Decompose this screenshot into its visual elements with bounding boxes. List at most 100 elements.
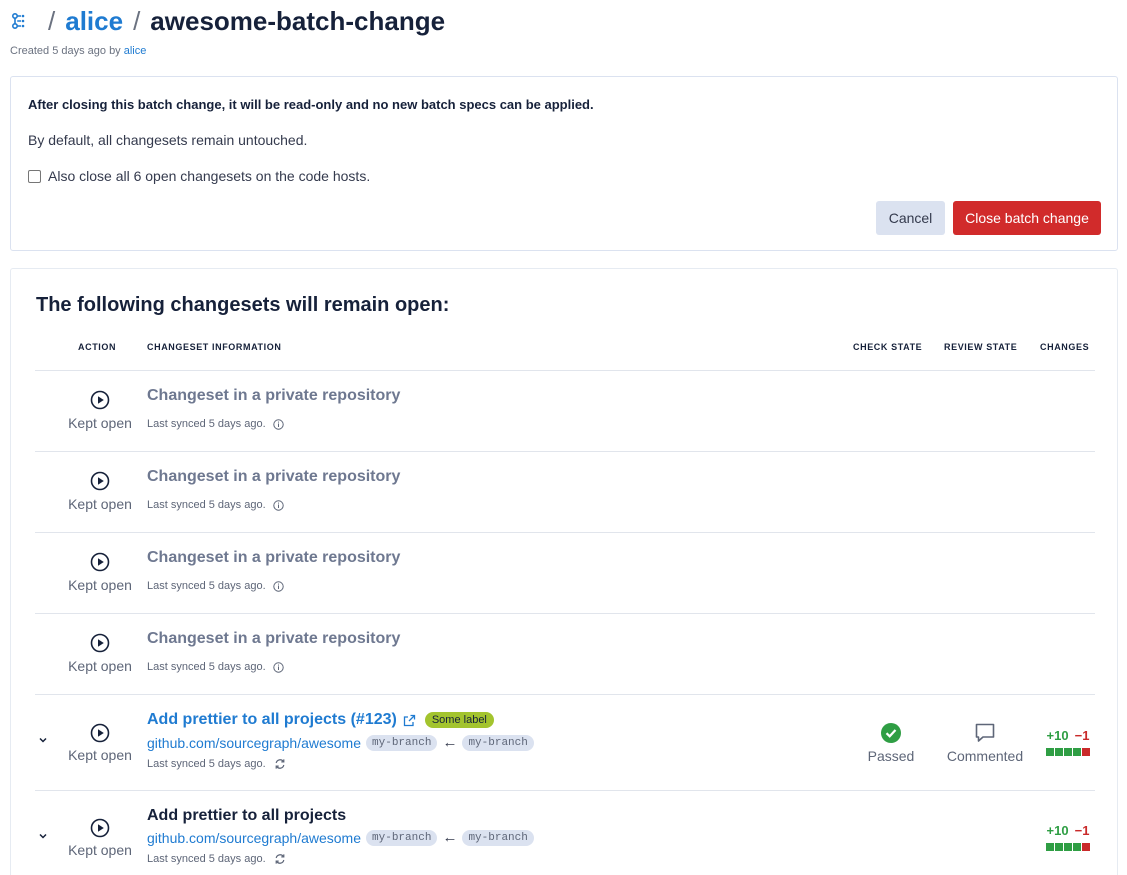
action-label: Kept open (68, 842, 132, 858)
info-icon[interactable] (272, 499, 284, 511)
diff-block-added (1073, 748, 1081, 756)
diff-block-added (1064, 748, 1072, 756)
changeset-title: Changeset in a private repository (147, 549, 401, 566)
changeset-title-text: Add prettier to all projects (147, 807, 347, 824)
sync-status: Last synced 5 days ago. (147, 853, 286, 865)
list-heading: The following changesets will remain ope… (36, 294, 450, 316)
chevron-down-icon[interactable] (38, 735, 48, 748)
play-circle-icon (90, 471, 110, 491)
table-row: Kept open Add prettier to all projects (… (35, 694, 1095, 790)
external-link-icon[interactable] (403, 714, 416, 727)
lines-deleted: −1 (1074, 728, 1090, 743)
changeset-title: Add prettier to all projects (#123) Some… (147, 711, 494, 729)
close-batch-change-panel: After closing this batch change, it will… (10, 76, 1118, 251)
table-row: Kept open Changeset in a private reposit… (35, 451, 1095, 532)
repo-branch-info: github.com/sourcegraph/awesome my-branch… (147, 734, 534, 751)
changeset-link[interactable]: Add prettier to all projects (#123) (147, 711, 397, 729)
play-circle-icon (90, 818, 110, 838)
changesets-list: The following changesets will remain ope… (10, 268, 1118, 875)
diff-block-added (1073, 843, 1081, 851)
diff-block-added (1046, 843, 1054, 851)
chevron-down-icon[interactable] (38, 831, 48, 844)
action-label: Kept open (68, 658, 132, 674)
diff-stat: +10 −1 (1043, 823, 1093, 851)
changeset-title: Changeset in a private repository (147, 468, 401, 485)
close-changesets-label: Also close all 6 open changesets on the … (48, 168, 371, 184)
sync-status-text: Last synced 5 days ago. (147, 580, 266, 592)
comment-icon (974, 723, 996, 743)
repo-branch-info: github.com/sourcegraph/awesome my-branch… (147, 829, 534, 846)
created-info: Created 5 days ago by alice (10, 45, 146, 57)
check-state: Passed (861, 723, 921, 764)
table-row: Kept open Changeset in a private reposit… (35, 532, 1095, 613)
review-state-label: Commented (946, 748, 1024, 764)
info-icon[interactable] (272, 580, 284, 592)
diff-block-added (1064, 843, 1072, 851)
cancel-button[interactable]: Cancel (876, 201, 945, 235)
lines-deleted: −1 (1074, 823, 1090, 838)
column-header-changes: CHANGES (1040, 342, 1090, 352)
close-batch-change-button[interactable]: Close batch change (953, 201, 1101, 235)
diff-block-added (1055, 748, 1063, 756)
table-row: Kept open Changeset in a private reposit… (35, 370, 1095, 451)
arrow-left-icon: ← (442, 829, 458, 846)
created-prefix: Created 5 days ago by (10, 45, 121, 57)
page-header: / alice / awesome-batch-change (10, 4, 445, 38)
close-warning: After closing this batch change, it will… (28, 97, 594, 112)
info-icon[interactable] (272, 661, 284, 673)
diff-bar (1043, 748, 1093, 756)
sync-status-text: Last synced 5 days ago. (147, 758, 266, 770)
lines-added: +10 (1046, 728, 1069, 743)
sync-status: Last synced 5 days ago. (147, 661, 284, 673)
breadcrumb-separator: / (133, 6, 141, 36)
close-changesets-option[interactable]: Also close all 6 open changesets on the … (28, 168, 370, 184)
column-header-check-state: CHECK STATE (853, 342, 923, 352)
repo-link[interactable]: github.com/sourcegraph/awesome (147, 830, 361, 846)
sync-icon[interactable] (274, 853, 286, 865)
action-label: Kept open (68, 496, 132, 512)
diff-bar (1043, 843, 1093, 851)
batch-changes-icon (10, 11, 30, 31)
diff-block-deleted (1082, 843, 1090, 851)
sync-status-text: Last synced 5 days ago. (147, 499, 266, 511)
changeset-title: Add prettier to all projects (147, 807, 346, 825)
diff-block-added (1046, 748, 1054, 756)
close-changesets-checkbox[interactable] (28, 169, 41, 183)
namespace-link[interactable]: alice (65, 8, 123, 34)
diff-stat: +10 −1 (1043, 728, 1093, 756)
lines-added: +10 (1046, 823, 1069, 838)
default-behavior-text: By default, all changesets remain untouc… (28, 132, 308, 148)
arrow-left-icon: ← (442, 734, 458, 751)
changeset-title: Changeset in a private repository (147, 630, 401, 647)
author-link[interactable]: alice (124, 45, 147, 57)
head-branch-badge: my-branch (366, 734, 438, 751)
sync-status: Last synced 5 days ago. (147, 499, 284, 511)
play-circle-icon (90, 723, 110, 743)
sync-status: Last synced 5 days ago. (147, 758, 286, 770)
sync-icon[interactable] (274, 758, 286, 770)
column-header-action: ACTION (78, 342, 117, 352)
base-branch-badge: my-branch (462, 829, 534, 846)
base-branch-badge: my-branch (462, 734, 534, 751)
breadcrumb-separator: / (48, 6, 56, 36)
check-passed-icon (881, 723, 901, 743)
play-circle-icon (90, 390, 110, 410)
check-state-label: Passed (867, 748, 915, 764)
page-title: awesome-batch-change (150, 6, 446, 36)
action-label: Kept open (68, 415, 132, 431)
play-circle-icon (90, 633, 110, 653)
sync-status: Last synced 5 days ago. (147, 580, 284, 592)
sync-status-text: Last synced 5 days ago. (147, 853, 266, 865)
diff-block-deleted (1082, 748, 1090, 756)
changeset-label-badge: Some label (424, 712, 494, 728)
sync-status-text: Last synced 5 days ago. (147, 661, 266, 673)
column-header-review-state: REVIEW STATE (944, 342, 1018, 352)
column-header-changeset-information: CHANGESET INFORMATION (147, 342, 282, 352)
info-icon[interactable] (272, 418, 284, 430)
repo-link[interactable]: github.com/sourcegraph/awesome (147, 735, 361, 751)
play-circle-icon (90, 552, 110, 572)
table-row: Kept open Add prettier to all projects g… (35, 790, 1095, 875)
action-label: Kept open (68, 747, 132, 763)
sync-status-text: Last synced 5 days ago. (147, 418, 266, 430)
changeset-title: Changeset in a private repository (147, 387, 401, 404)
